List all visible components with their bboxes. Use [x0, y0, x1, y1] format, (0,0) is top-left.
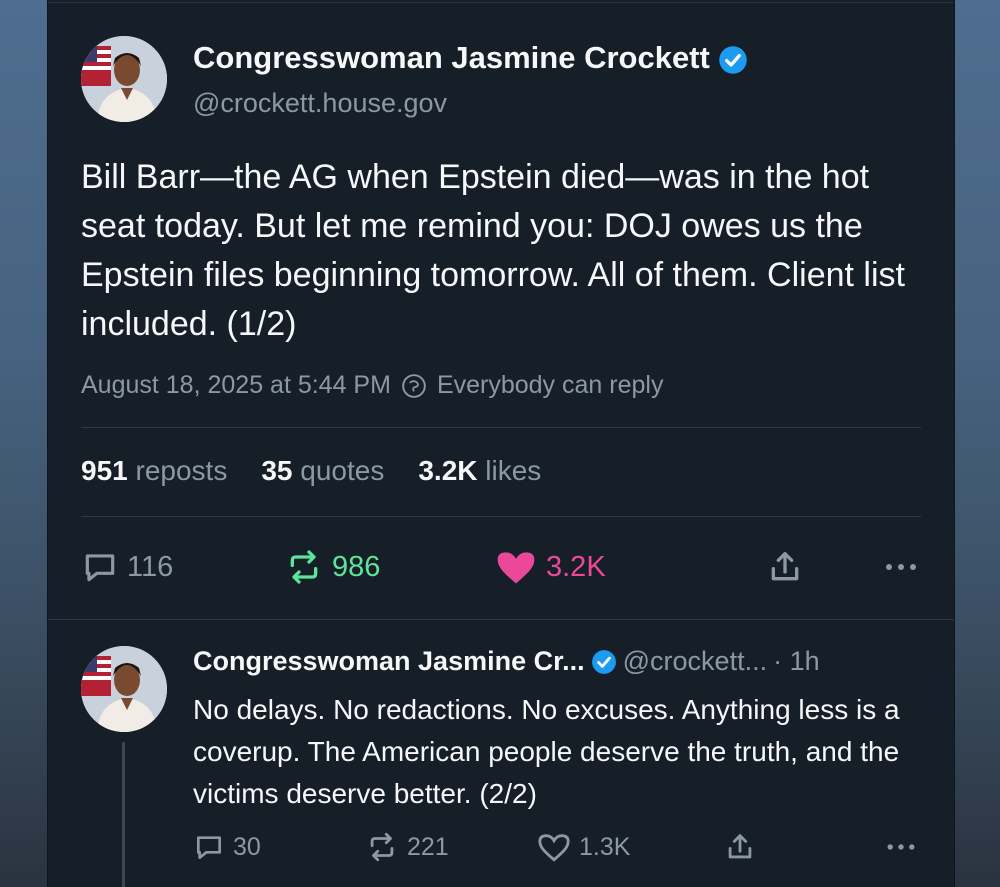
repost-icon	[370, 832, 394, 862]
likes-stat[interactable]: 3.2K likes	[418, 455, 541, 487]
reply-header: Congresswoman Jasmine Cr... @crockett...…	[193, 646, 820, 677]
repost-icon	[290, 550, 318, 584]
repost-button[interactable]: 986	[284, 545, 380, 589]
post-separator	[48, 619, 954, 620]
post-actions: 116 986 3.2K	[81, 545, 921, 589]
heart-icon	[497, 552, 535, 584]
more-button[interactable]	[883, 827, 919, 867]
top-divider	[48, 2, 954, 3]
share-icon	[771, 552, 799, 581]
like-button[interactable]: 1.3K	[537, 827, 630, 867]
reply-icon	[197, 836, 221, 859]
verified-badge-icon	[719, 46, 748, 74]
more-icon	[887, 844, 915, 850]
reply-setting-label: Everybody can reply	[436, 371, 664, 399]
reposts-label: reposts	[135, 455, 228, 486]
reply-author-handle[interactable]: @crockett...	[623, 646, 767, 677]
repost-count: 986	[332, 550, 381, 583]
reply-text: No delays. No redactions. No excuses. An…	[193, 694, 900, 809]
post-timestamp[interactable]: August 18, 2025 at 5:44 PM	[81, 371, 391, 400]
reply-count: 116	[127, 550, 174, 583]
reply-button[interactable]: 116	[81, 545, 173, 589]
post-text: Bill Barr—the AG when Epstein died—was i…	[81, 158, 905, 343]
reply-time[interactable]: · 1h	[773, 646, 820, 677]
divider	[81, 516, 921, 517]
reposts-count: 951	[81, 455, 128, 486]
reply-actions: 30 221 1.3K	[193, 827, 933, 867]
share-button[interactable]	[723, 827, 757, 867]
reposts-stat[interactable]: 951 reposts	[81, 455, 227, 487]
like-count: 1.3K	[579, 832, 631, 861]
avatar-image	[81, 36, 167, 122]
repost-count: 221	[407, 832, 449, 861]
reply-count: 30	[233, 832, 261, 861]
author-name-text: Congresswoman Jasmine Crockett	[193, 40, 710, 75]
reply-avatar[interactable]	[81, 646, 167, 732]
author-name[interactable]: Congresswoman Jasmine Crockett	[193, 40, 748, 76]
author-handle[interactable]: @crockett.house.gov	[193, 88, 447, 119]
likes-count: 3.2K	[418, 455, 478, 486]
more-icon	[886, 564, 916, 570]
quotes-count: 35	[261, 455, 293, 486]
verified-badge-icon	[591, 649, 616, 674]
post-meta: August 18, 2025 at 5:44 PM Everybody can…	[81, 371, 663, 400]
reply-author-name[interactable]: Congresswoman Jasmine Cr...	[193, 646, 585, 677]
reply-button[interactable]: 30	[193, 827, 261, 867]
reply-icon	[85, 554, 115, 582]
quotes-label: quotes	[300, 455, 385, 486]
more-button[interactable]	[881, 545, 921, 589]
avatar[interactable]	[81, 36, 167, 122]
thread-line	[122, 742, 125, 887]
avatar-image	[81, 646, 167, 732]
quotes-stat[interactable]: 35 quotes	[261, 455, 384, 487]
post-card: Congresswoman Jasmine Crockett @crockett…	[47, 0, 955, 887]
repost-button[interactable]: 221	[365, 827, 449, 867]
reply-setting-icon	[402, 373, 426, 398]
likes-label: likes	[485, 455, 542, 486]
divider	[81, 427, 921, 428]
engagement-stats: 951 reposts 35 quotes 3.2K likes	[81, 455, 541, 487]
share-icon	[728, 834, 752, 859]
heart-icon	[538, 834, 570, 862]
like-button[interactable]: 3.2K	[494, 545, 606, 589]
share-button[interactable]	[765, 545, 805, 589]
like-count: 3.2K	[546, 550, 606, 583]
